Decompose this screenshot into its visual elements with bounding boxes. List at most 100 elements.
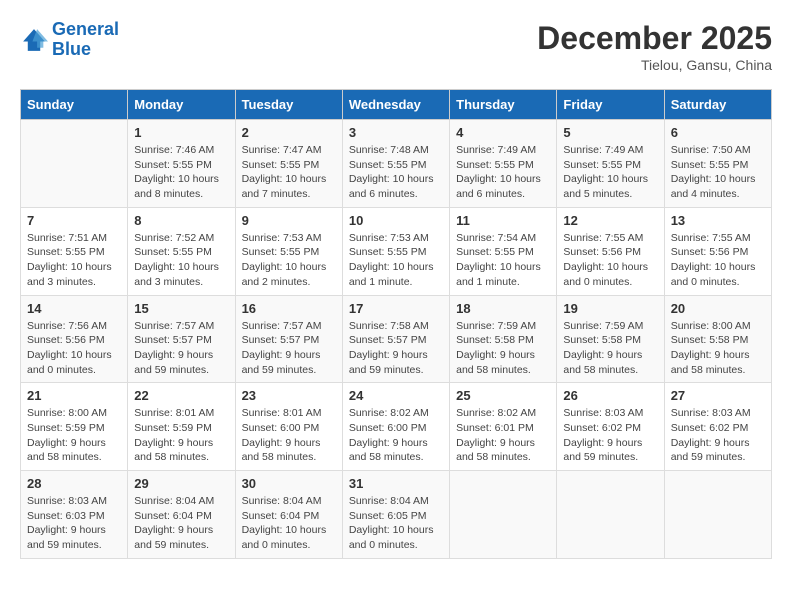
day-info: Sunrise: 7:57 AMSunset: 5:57 PMDaylight:…: [134, 319, 228, 378]
day-info: Sunrise: 7:49 AMSunset: 5:55 PMDaylight:…: [456, 143, 550, 202]
calendar-cell: 8Sunrise: 7:52 AMSunset: 5:55 PMDaylight…: [128, 207, 235, 295]
day-info: Sunrise: 7:50 AMSunset: 5:55 PMDaylight:…: [671, 143, 765, 202]
day-info: Sunrise: 8:02 AMSunset: 6:01 PMDaylight:…: [456, 406, 550, 465]
calendar-week-row: 14Sunrise: 7:56 AMSunset: 5:56 PMDayligh…: [21, 295, 772, 383]
weekday-header-thursday: Thursday: [450, 90, 557, 120]
logo: General Blue: [20, 20, 119, 60]
day-info: Sunrise: 7:47 AMSunset: 5:55 PMDaylight:…: [242, 143, 336, 202]
calendar-cell: 19 Sunrise: 7:59 AMSunset: 5:58 PMDayligh…: [557, 295, 664, 383]
page-header: General Blue December 2025 Tielou, Gansu…: [20, 20, 772, 73]
day-number: 22: [134, 388, 228, 403]
day-number: 5: [563, 125, 657, 140]
day-number: 28: [27, 476, 121, 491]
calendar-cell: 10 Sunrise: 7:53 AMSunset: 5:55 PMDayligh…: [342, 207, 449, 295]
calendar-cell: 25 Sunrise: 8:02 AMSunset: 6:01 PMDayligh…: [450, 383, 557, 471]
calendar-cell: 17 Sunrise: 7:58 AMSunset: 5:57 PMDayligh…: [342, 295, 449, 383]
day-info: Sunrise: 7:59 AMSunset: 5:58 PMDaylight:…: [563, 319, 657, 378]
weekday-header-wednesday: Wednesday: [342, 90, 449, 120]
day-info: Sunrise: 7:51 AMSunset: 5:55 PMDaylight:…: [27, 231, 121, 290]
calendar-cell: 23 Sunrise: 8:01 AMSunset: 6:00 PMDayligh…: [235, 383, 342, 471]
day-info: Sunrise: 8:03 AMSunset: 6:02 PMDaylight:…: [563, 406, 657, 465]
calendar-cell: 9Sunrise: 7:53 AMSunset: 5:55 PMDaylight…: [235, 207, 342, 295]
day-number: 14: [27, 301, 121, 316]
calendar-cell: 18Sunrise: 7:59 AMSunset: 5:58 PMDayligh…: [450, 295, 557, 383]
day-info: Sunrise: 7:57 AMSunset: 5:57 PMDaylight:…: [242, 319, 336, 378]
calendar-table: SundayMondayTuesdayWednesdayThursdayFrid…: [20, 89, 772, 559]
calendar-cell: 20 Sunrise: 8:00 AMSunset: 5:58 PMDayligh…: [664, 295, 771, 383]
weekday-header-friday: Friday: [557, 90, 664, 120]
calendar-cell: [21, 120, 128, 208]
calendar-cell: 6 Sunrise: 7:50 AMSunset: 5:55 PMDaylight…: [664, 120, 771, 208]
calendar-cell: 2Sunrise: 7:47 AMSunset: 5:55 PMDaylight…: [235, 120, 342, 208]
day-info: Sunrise: 7:46 AMSunset: 5:55 PMDaylight:…: [134, 143, 228, 202]
calendar-week-row: 1 Sunrise: 7:46 AMSunset: 5:55 PMDaylight…: [21, 120, 772, 208]
calendar-cell: 24 Sunrise: 8:02 AMSunset: 6:00 PMDayligh…: [342, 383, 449, 471]
calendar-cell: 4 Sunrise: 7:49 AMSunset: 5:55 PMDaylight…: [450, 120, 557, 208]
day-number: 12: [563, 213, 657, 228]
title-block: December 2025 Tielou, Gansu, China: [537, 20, 772, 73]
day-number: 26: [563, 388, 657, 403]
day-info: Sunrise: 7:53 AMSunset: 5:55 PMDaylight:…: [349, 231, 443, 290]
day-info: Sunrise: 8:04 AMSunset: 6:05 PMDaylight:…: [349, 494, 443, 553]
day-number: 21: [27, 388, 121, 403]
day-number: 31: [349, 476, 443, 491]
day-info: Sunrise: 7:58 AMSunset: 5:57 PMDaylight:…: [349, 319, 443, 378]
day-info: Sunrise: 8:03 AMSunset: 6:03 PMDaylight:…: [27, 494, 121, 553]
day-info: Sunrise: 7:52 AMSunset: 5:55 PMDaylight:…: [134, 231, 228, 290]
day-number: 7: [27, 213, 121, 228]
day-number: 17: [349, 301, 443, 316]
calendar-cell: 29 Sunrise: 8:04 AMSunset: 6:04 PMDayligh…: [128, 471, 235, 559]
calendar-week-row: 7 Sunrise: 7:51 AMSunset: 5:55 PMDaylight…: [21, 207, 772, 295]
calendar-cell: 30Sunrise: 8:04 AMSunset: 6:04 PMDayligh…: [235, 471, 342, 559]
calendar-cell: 15 Sunrise: 7:57 AMSunset: 5:57 PMDayligh…: [128, 295, 235, 383]
calendar-cell: 12Sunrise: 7:55 AMSunset: 5:56 PMDayligh…: [557, 207, 664, 295]
calendar-cell: 22 Sunrise: 8:01 AMSunset: 5:59 PMDayligh…: [128, 383, 235, 471]
calendar-cell: [664, 471, 771, 559]
calendar-cell: 3Sunrise: 7:48 AMSunset: 5:55 PMDaylight…: [342, 120, 449, 208]
weekday-header-saturday: Saturday: [664, 90, 771, 120]
logo-line2: Blue: [52, 39, 91, 59]
logo-icon: [20, 26, 48, 54]
calendar-body: 1 Sunrise: 7:46 AMSunset: 5:55 PMDaylight…: [21, 120, 772, 559]
day-number: 19: [563, 301, 657, 316]
calendar-cell: 7 Sunrise: 7:51 AMSunset: 5:55 PMDaylight…: [21, 207, 128, 295]
weekday-header-monday: Monday: [128, 90, 235, 120]
day-number: 20: [671, 301, 765, 316]
day-number: 10: [349, 213, 443, 228]
weekday-header-tuesday: Tuesday: [235, 90, 342, 120]
calendar-cell: 27 Sunrise: 8:03 AMSunset: 6:02 PMDayligh…: [664, 383, 771, 471]
day-number: 9: [242, 213, 336, 228]
day-info: Sunrise: 8:00 AMSunset: 5:59 PMDaylight:…: [27, 406, 121, 465]
calendar-cell: 26 Sunrise: 8:03 AMSunset: 6:02 PMDayligh…: [557, 383, 664, 471]
day-info: Sunrise: 8:02 AMSunset: 6:00 PMDaylight:…: [349, 406, 443, 465]
day-info: Sunrise: 7:59 AMSunset: 5:58 PMDaylight:…: [456, 319, 550, 378]
day-number: 1: [134, 125, 228, 140]
day-number: 6: [671, 125, 765, 140]
day-number: 24: [349, 388, 443, 403]
calendar-cell: [557, 471, 664, 559]
day-info: Sunrise: 8:04 AMSunset: 6:04 PMDaylight:…: [242, 494, 336, 553]
calendar-header: SundayMondayTuesdayWednesdayThursdayFrid…: [21, 90, 772, 120]
day-number: 25: [456, 388, 550, 403]
calendar-week-row: 21 Sunrise: 8:00 AMSunset: 5:59 PMDayligh…: [21, 383, 772, 471]
day-number: 23: [242, 388, 336, 403]
calendar-cell: 28 Sunrise: 8:03 AMSunset: 6:03 PMDayligh…: [21, 471, 128, 559]
location-subtitle: Tielou, Gansu, China: [537, 57, 772, 73]
logo-text: General Blue: [52, 20, 119, 60]
day-info: Sunrise: 8:01 AMSunset: 6:00 PMDaylight:…: [242, 406, 336, 465]
calendar-cell: [450, 471, 557, 559]
day-info: Sunrise: 8:01 AMSunset: 5:59 PMDaylight:…: [134, 406, 228, 465]
calendar-cell: 31 Sunrise: 8:04 AMSunset: 6:05 PMDayligh…: [342, 471, 449, 559]
calendar-cell: 14Sunrise: 7:56 AMSunset: 5:56 PMDayligh…: [21, 295, 128, 383]
weekday-header-sunday: Sunday: [21, 90, 128, 120]
day-number: 4: [456, 125, 550, 140]
day-number: 13: [671, 213, 765, 228]
day-info: Sunrise: 8:00 AMSunset: 5:58 PMDaylight:…: [671, 319, 765, 378]
calendar-cell: 21 Sunrise: 8:00 AMSunset: 5:59 PMDayligh…: [21, 383, 128, 471]
day-info: Sunrise: 7:49 AMSunset: 5:55 PMDaylight:…: [563, 143, 657, 202]
day-number: 29: [134, 476, 228, 491]
day-info: Sunrise: 8:03 AMSunset: 6:02 PMDaylight:…: [671, 406, 765, 465]
day-number: 27: [671, 388, 765, 403]
day-info: Sunrise: 8:04 AMSunset: 6:04 PMDaylight:…: [134, 494, 228, 553]
day-number: 15: [134, 301, 228, 316]
